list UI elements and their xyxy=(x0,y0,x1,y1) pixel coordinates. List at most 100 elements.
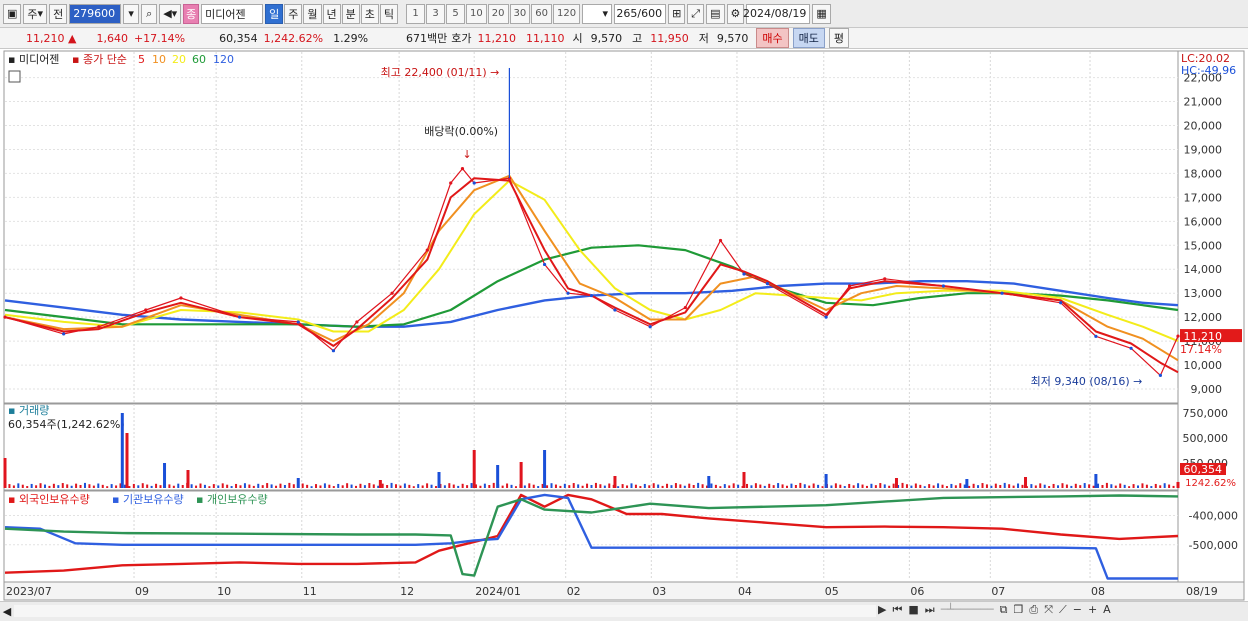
compare-button[interactable]: 전 xyxy=(49,3,68,24)
volume-bar xyxy=(746,483,749,488)
volume-bar xyxy=(621,484,624,488)
scroll-track[interactable] xyxy=(14,605,876,617)
volume-bar xyxy=(288,482,291,488)
x-tick-label: 08/19 xyxy=(1186,585,1218,598)
volume-bar xyxy=(523,485,526,488)
line-icon[interactable]: ⟋ xyxy=(1059,603,1067,617)
interval-tab-10[interactable]: 10 xyxy=(466,3,487,24)
volume-bar xyxy=(977,485,980,488)
interval-tab-3[interactable]: 3 xyxy=(426,3,446,24)
volume-bar xyxy=(928,484,931,488)
layout-icon[interactable]: ▣ xyxy=(3,3,22,24)
period-tab-2[interactable]: 월 xyxy=(303,3,322,24)
interval-tab-1[interactable]: 1 xyxy=(406,3,426,24)
interval-tab-5[interactable]: 5 xyxy=(446,3,466,24)
volume-bar xyxy=(239,485,242,488)
calendar-icon[interactable]: ▦ xyxy=(812,3,831,24)
volume-bar xyxy=(257,483,260,488)
speaker-icon[interactable]: ◀▾ xyxy=(159,3,182,24)
chart-area[interactable]: 22,000 21,000 20,000 19,000 18,000 17,000 16,0… xyxy=(0,50,1248,602)
open-label: 시 xyxy=(572,32,583,45)
price-tick-label: 12,000 xyxy=(1184,311,1223,324)
volume-bar xyxy=(630,483,633,488)
chart-svg[interactable]: 22,00021,00020,00019,00018,00017,00016,0… xyxy=(0,50,1248,602)
zoom-in-icon[interactable]: + xyxy=(1088,603,1097,617)
period-tab-4[interactable]: 분 xyxy=(341,3,360,24)
close-point xyxy=(97,325,101,329)
volume-bar xyxy=(1141,483,1144,488)
period-tab-0[interactable]: 일 xyxy=(265,3,284,24)
volume-bar xyxy=(608,483,611,488)
volume-bar xyxy=(17,483,20,488)
volume-subtitle: 60,354주(1,242.62%) xyxy=(8,418,125,431)
interval-dropdown[interactable]: ▾ xyxy=(582,3,613,24)
print-icon[interactable]: ⎙ xyxy=(1029,603,1038,617)
legend-ma-10: 10 xyxy=(152,53,166,66)
high-price: 11,950 xyxy=(650,31,689,45)
volume-spike xyxy=(120,413,124,488)
last-volume-ratio: 1242.62% xyxy=(1185,478,1236,489)
interval-tab-20[interactable]: 20 xyxy=(487,3,509,24)
volume-tick-label: 500,000 xyxy=(1183,432,1229,445)
period-tab-6[interactable]: 틱 xyxy=(379,3,399,24)
x-tick-label: 11 xyxy=(303,585,317,598)
scroll-left-icon[interactable]: ◀ xyxy=(0,605,14,618)
volume-bar xyxy=(901,482,904,488)
zoom-slider[interactable]: ─┴────── xyxy=(941,603,994,617)
market-select[interactable]: 주 ▾ xyxy=(23,3,48,24)
interval-tab-30[interactable]: 30 xyxy=(509,3,531,24)
code-dropdown-icon[interactable]: ▾ xyxy=(123,3,140,24)
stock-code-input[interactable]: 279600 xyxy=(69,3,122,24)
buy-button[interactable]: 매수 xyxy=(756,28,789,48)
bottom-scrollbar: ◀ ▶ ⏮ ■ ⏭ ─┴────── ⧉ ❐ ⎙ ⤧ ⟋ − + A xyxy=(0,601,1248,621)
sell-button[interactable]: 매도 xyxy=(792,28,825,48)
text-size-icon[interactable]: A xyxy=(1103,603,1111,617)
volume-bar xyxy=(292,484,295,488)
date-field[interactable]: 2024/08/19 xyxy=(743,3,811,24)
volume-bar xyxy=(30,483,33,488)
forward-icon[interactable]: ⏭ xyxy=(925,603,935,617)
volume-bar xyxy=(821,486,824,488)
volume-bar xyxy=(617,486,620,488)
volume-bar xyxy=(88,484,91,488)
close-point xyxy=(62,332,66,336)
period-tab-3[interactable]: 년 xyxy=(322,3,341,24)
volume-bar xyxy=(79,485,82,488)
price-tick-label: 13,000 xyxy=(1184,287,1223,300)
volume-spike xyxy=(965,479,969,488)
zoom-out-icon[interactable]: − xyxy=(1073,603,1082,617)
copy-icon[interactable]: ❐ xyxy=(1014,603,1024,617)
close-point xyxy=(460,167,465,171)
volume-bar xyxy=(83,482,86,488)
volume-bar xyxy=(426,483,429,488)
window-icon[interactable]: ⧉ xyxy=(1000,603,1008,617)
legend-foreign: ▪ 외국인보유수량 xyxy=(8,493,90,506)
draw-tool-icon[interactable]: ⤢ xyxy=(687,3,705,24)
stock-name-field[interactable]: 미디어젠 xyxy=(201,3,264,24)
gear-icon[interactable]: ⚙ xyxy=(726,3,745,24)
price-tick-label: 15,000 xyxy=(1184,239,1223,252)
period-tab-5[interactable]: 초 xyxy=(360,3,379,24)
candle-type-icon[interactable]: ⊞ xyxy=(668,3,686,24)
volume-bar xyxy=(732,483,735,488)
volume-bar xyxy=(1159,485,1162,488)
period-tab-1[interactable]: 주 xyxy=(284,3,303,24)
volume-bar xyxy=(279,483,282,488)
high-label: 고 xyxy=(632,32,643,45)
save-icon[interactable]: ▤ xyxy=(706,3,725,24)
period-tabs: 일주월년분초틱 xyxy=(265,3,399,24)
volume-bar xyxy=(1105,482,1108,488)
volume-bar xyxy=(786,485,788,488)
stop-icon[interactable]: ■ xyxy=(908,603,918,617)
fit-icon[interactable]: ⤧ xyxy=(1044,603,1053,617)
interval-tab-120[interactable]: 120 xyxy=(552,3,581,24)
search-icon[interactable]: ⌕ xyxy=(141,3,158,24)
play-icon[interactable]: ▶ xyxy=(878,603,886,617)
volume-bar xyxy=(1137,485,1140,488)
rewind-icon[interactable]: ⏮ xyxy=(892,603,902,617)
volume-bar xyxy=(723,484,726,488)
count-field[interactable]: 265/600 xyxy=(614,3,667,24)
volume-bar xyxy=(461,483,464,488)
eval-button[interactable]: 평 xyxy=(828,28,850,48)
interval-tab-60[interactable]: 60 xyxy=(531,3,552,24)
